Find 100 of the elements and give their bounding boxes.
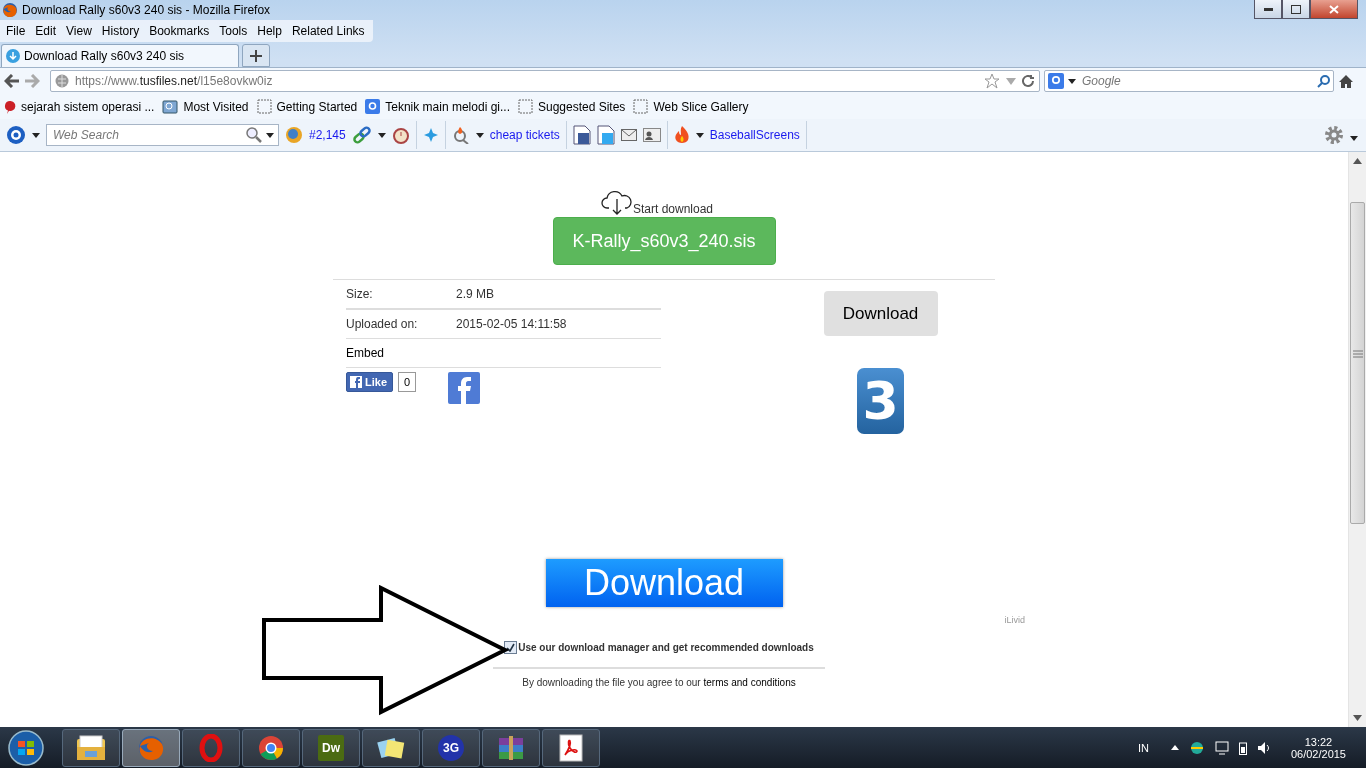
firefox-icon xyxy=(2,2,18,18)
cheap-tickets-link[interactable]: cheap tickets xyxy=(489,128,560,142)
terms-text: By downloading the file you agree to our terms and conditions xyxy=(522,677,796,688)
embed-label: Embed xyxy=(346,346,385,360)
chain-link-icon[interactable] xyxy=(351,126,372,144)
sponsor-label: iLivid xyxy=(1004,615,1025,625)
battery-icon[interactable] xyxy=(1238,740,1247,755)
menu-item[interactable]: Help xyxy=(253,24,288,38)
scroll-down-icon[interactable] xyxy=(1353,715,1362,721)
search-field[interactable]: Google xyxy=(1080,73,1313,89)
search-bar[interactable]: Google xyxy=(1044,70,1334,92)
twitter-page-icon[interactable] xyxy=(596,125,615,145)
volume-icon[interactable] xyxy=(1256,740,1271,755)
caret-icon xyxy=(266,132,274,138)
address-field[interactable]: https://www.tusfiles.net/l15e8ovkw0iz xyxy=(50,70,1040,92)
modem-logo: 3G xyxy=(438,734,464,761)
info-label: Size: xyxy=(346,287,374,301)
close-button[interactable] xyxy=(1310,0,1358,19)
flame-icon[interactable] xyxy=(673,125,690,145)
bookmark-item[interactable]: Getting Started xyxy=(256,99,358,114)
home-icon[interactable] xyxy=(1338,73,1354,89)
taskbar-button[interactable] xyxy=(362,728,420,767)
menu-item[interactable]: Tools xyxy=(215,24,254,38)
big-download-button[interactable]: Download xyxy=(545,559,783,607)
taskbar-button[interactable] xyxy=(242,728,300,767)
scroll-up-icon[interactable] xyxy=(1353,158,1362,164)
globe-icon xyxy=(55,74,69,88)
window-title: Download Rally s60v3 240 sis - Mozilla Firefox xyxy=(22,3,271,17)
tray-expand-icon[interactable] xyxy=(1170,745,1179,750)
caret-icon xyxy=(1350,135,1358,141)
facebook-page-icon[interactable] xyxy=(572,125,591,145)
network-icon[interactable] xyxy=(1188,740,1205,755)
like-button[interactable]: Like xyxy=(346,372,393,392)
terms-link[interactable]: terms and conditions xyxy=(703,677,796,688)
page-icon xyxy=(517,99,533,114)
taskbar-button[interactable] xyxy=(62,728,120,767)
web-search-bar[interactable]: Web Search xyxy=(46,124,279,146)
bookmark-item[interactable]: sejarah sistem operasi ... xyxy=(4,99,155,114)
computer-icon[interactable] xyxy=(1214,740,1229,755)
globe-icon xyxy=(285,126,303,144)
download-button[interactable]: Download xyxy=(823,291,938,336)
menu-item[interactable]: Edit xyxy=(31,24,63,38)
folder-icon xyxy=(76,734,106,761)
dreamweaver-logo: Dw xyxy=(318,734,344,761)
minimize-button[interactable] xyxy=(1254,0,1282,19)
language-indicator[interactable]: IN xyxy=(1137,741,1149,754)
search-icon[interactable] xyxy=(1317,74,1330,88)
info-value: 2.9 MB xyxy=(456,287,494,301)
timer-icon[interactable] xyxy=(391,126,410,144)
chrome-icon xyxy=(257,733,285,762)
browser-tab[interactable]: Download Rally s60v3 240 sis xyxy=(1,44,239,67)
taskbar-button[interactable] xyxy=(542,728,600,767)
menu-item[interactable]: File xyxy=(2,24,32,38)
search-fire-icon[interactable] xyxy=(451,126,470,144)
facebook-icon[interactable] xyxy=(448,372,481,404)
bookmark-item[interactable]: Web Slice Gallery xyxy=(633,99,749,114)
menu-item[interactable]: Bookmarks xyxy=(145,24,216,38)
scroll-thumb[interactable] xyxy=(1350,202,1365,524)
bookmark-item[interactable]: Suggested Sites xyxy=(517,99,626,114)
taskbar-button[interactable]: Dw xyxy=(302,728,360,767)
opera-icon xyxy=(199,733,223,762)
search-icon[interactable] xyxy=(246,127,262,143)
bookmark-item[interactable]: Most Visited xyxy=(162,99,249,114)
checkbox[interactable] xyxy=(504,641,518,654)
taskbar-button[interactable]: 3G xyxy=(422,728,480,767)
url-text: https://www.tusfiles.net/l15e8ovkw0iz xyxy=(75,74,273,88)
like-count: 0 xyxy=(398,372,417,392)
web-search-field[interactable]: Web Search xyxy=(51,127,246,143)
plus-icon xyxy=(250,49,262,62)
cloud-download-icon[interactable] xyxy=(600,188,633,216)
star-icon[interactable] xyxy=(984,73,1000,89)
facebook-icon xyxy=(350,376,362,388)
archive-icon xyxy=(497,734,525,761)
contact-card-icon[interactable] xyxy=(642,128,661,142)
clock-date: 06/02/2015 xyxy=(1290,747,1346,760)
page-icon xyxy=(256,99,272,114)
close-icon xyxy=(1329,4,1339,14)
bookmark-item[interactable]: Teknik main melodi gi... xyxy=(365,99,510,114)
rank-link[interactable]: #2,145 xyxy=(309,128,346,142)
reload-icon[interactable] xyxy=(1022,74,1035,88)
menu-item[interactable]: Related Links xyxy=(287,24,371,38)
mail-icon[interactable] xyxy=(620,129,637,141)
sparkle-icon[interactable] xyxy=(422,127,439,143)
minimize-icon xyxy=(1263,7,1273,11)
baseball-screens-link[interactable]: BaseballScreens xyxy=(709,128,800,142)
info-label: Uploaded on: xyxy=(346,317,419,331)
settings-icon[interactable] xyxy=(1324,125,1344,145)
grip-icon xyxy=(1352,349,1363,359)
restore-icon xyxy=(1291,4,1301,14)
back-icon[interactable] xyxy=(4,74,20,88)
menu-item[interactable]: View xyxy=(62,24,98,38)
caret-icon xyxy=(475,132,484,138)
caret-icon xyxy=(377,132,386,138)
start-download-label: Start download xyxy=(632,202,714,216)
checkbox-label: Use our download manager and get recommended downloads xyxy=(518,642,814,653)
menu-item[interactable]: History xyxy=(97,24,146,38)
new-tab-button[interactable] xyxy=(242,44,270,67)
taskbar-button[interactable] xyxy=(122,728,180,767)
maximize-button[interactable] xyxy=(1282,0,1310,19)
taskbar-button[interactable] xyxy=(482,728,540,767)
